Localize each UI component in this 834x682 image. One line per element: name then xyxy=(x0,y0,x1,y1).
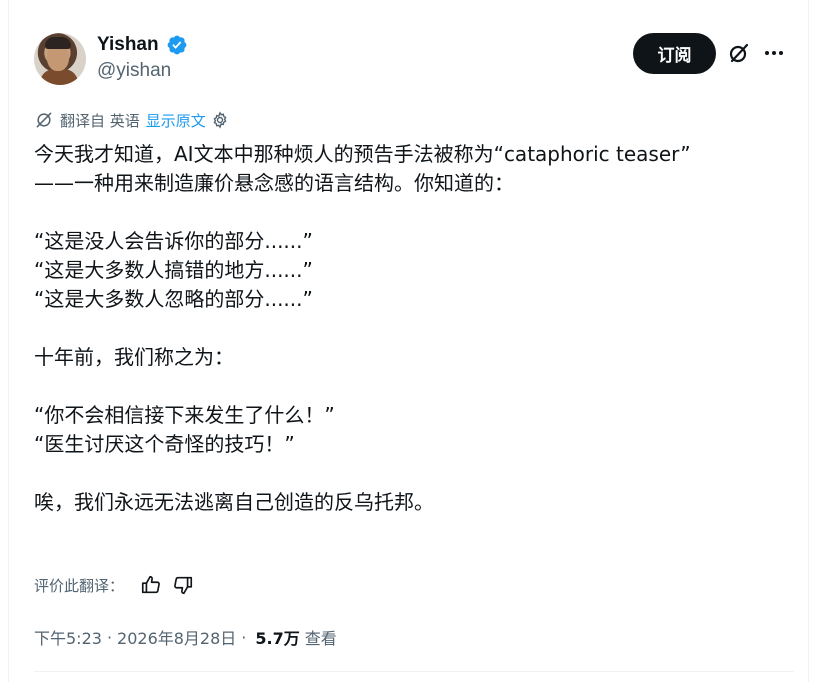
tweet-date[interactable]: 2026年8月28日 xyxy=(117,625,236,649)
tweet-line: 今天我才知道，AI文本中那种烦人的预告手法被称为“cataphoric teas… xyxy=(34,142,691,166)
thumbs-up-icon[interactable] xyxy=(140,574,162,596)
tweet-line: “这是大多数人搞错的地方......” xyxy=(34,258,313,282)
subscribe-button[interactable]: 订阅 xyxy=(633,33,716,74)
settings-gear-icon[interactable] xyxy=(210,110,230,130)
translated-from-label: 翻译自 英语 xyxy=(60,111,140,130)
tweet-text: 今天我才知道，AI文本中那种烦人的预告手法被称为“cataphoric teas… xyxy=(34,140,794,517)
verified-badge-icon xyxy=(167,35,187,55)
meta-separator: · xyxy=(241,627,247,647)
views-label: 查看 xyxy=(304,629,337,648)
avatar[interactable] xyxy=(34,33,86,85)
grok-icon[interactable] xyxy=(727,41,751,65)
rate-translation-label: 评价此翻译： xyxy=(34,576,125,595)
author-handle[interactable]: @yishan xyxy=(97,60,171,82)
rate-translation-row: 评价此翻译： xyxy=(34,573,194,597)
tweet-line: 唉，我们永远无法逃离自己创造的反乌托邦。 xyxy=(34,490,434,514)
tweet-meta: 下午5:23 · 2026年8月28日 · 5.7万 查看 xyxy=(34,625,337,649)
translate-icon xyxy=(36,112,52,128)
show-original-link[interactable]: 显示原文 xyxy=(146,110,206,131)
translation-row: 翻译自 英语 显示原文 xyxy=(34,108,230,132)
author-name[interactable]: Yishan xyxy=(97,34,159,56)
tweet-line: “这是大多数人忽略的部分......” xyxy=(34,287,313,311)
tweet-line: ——一种用来制造廉价悬念感的语言结构。你知道的： xyxy=(34,171,514,195)
meta-separator: · xyxy=(106,627,113,647)
tweet-line: “这是没人会告诉你的部分......” xyxy=(34,229,313,253)
tweet-line: “你不会相信接下来发生了什么！” xyxy=(34,403,335,427)
tweet-line: 十年前，我们称之为： xyxy=(34,345,234,369)
tweet-card: Yishan @yishan 订阅 翻译自 英语 显示原文 今天我才知道，AI文… xyxy=(8,0,809,682)
more-icon[interactable] xyxy=(761,41,787,65)
tweet-time[interactable]: 下午5:23 xyxy=(34,625,102,649)
view-count: 5.7万 xyxy=(255,629,300,648)
thumbs-down-icon[interactable] xyxy=(172,574,194,596)
divider xyxy=(34,671,794,672)
tweet-line: “医生讨厌这个奇怪的技巧！” xyxy=(34,432,295,456)
